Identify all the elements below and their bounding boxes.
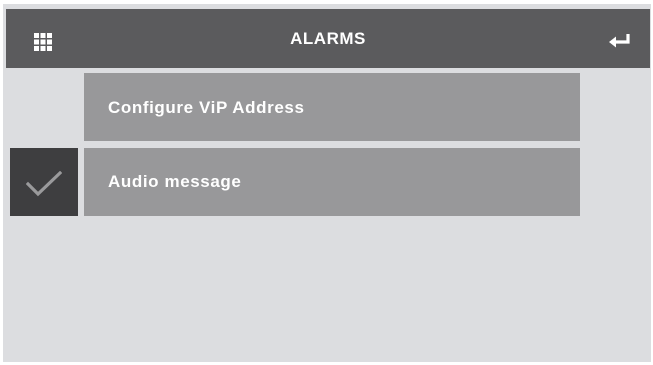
return-arrow-icon [609,34,630,48]
check-icon [26,171,62,197]
back-button[interactable] [607,31,633,51]
header-bar: ALARMS [6,9,650,68]
list-item-configure-vip-address[interactable]: Configure ViP Address [84,73,580,141]
list-item-label: Configure ViP Address [108,98,305,117]
page-title: ALARMS [290,29,366,48]
list-item-audio-message[interactable]: Audio message [84,148,580,216]
list-item-label: Audio message [108,172,242,191]
audio-message-checkbox[interactable] [10,148,78,216]
